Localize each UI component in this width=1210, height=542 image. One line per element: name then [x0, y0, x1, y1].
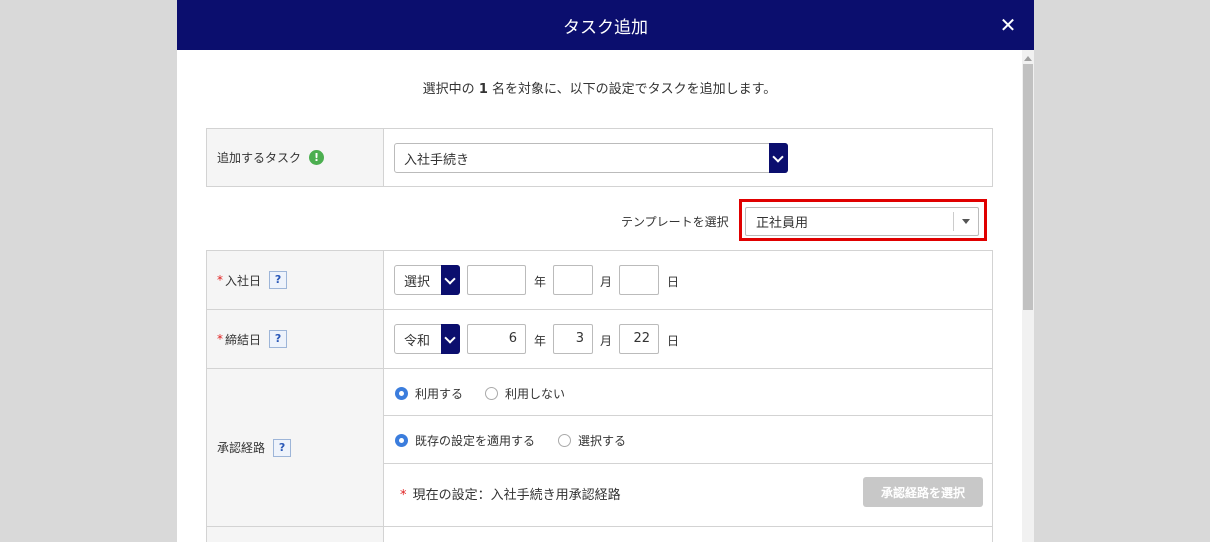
contract-year-input[interactable]: 6: [467, 324, 526, 354]
radio-checked-icon[interactable]: [395, 387, 408, 400]
radio-select[interactable]: 選択する: [558, 432, 626, 449]
dialog-header: タスク追加 ✕: [177, 0, 1034, 50]
contract-date-label: 締結日: [225, 332, 262, 347]
task-label: 追加するタスク: [217, 151, 302, 165]
contract-era-select[interactable]: 令和: [394, 324, 460, 354]
radio-apply-existing-label: 既存の設定を適用する: [415, 434, 536, 448]
year-unit: 年: [534, 275, 547, 289]
month-unit: 月: [600, 275, 613, 289]
help-icon[interactable]: ?: [273, 438, 292, 457]
chevron-down-icon[interactable]: [441, 265, 460, 295]
approval-row: 承認経路 ? 利用する 利用しない 既存の設定を適用する 選択する * 現在の設…: [206, 368, 993, 527]
select-approval-route-button[interactable]: 承認経路を選択: [863, 477, 983, 507]
hire-day-input[interactable]: [619, 265, 659, 295]
radio-select-label: 選択する: [578, 434, 627, 448]
hire-year-input[interactable]: [467, 265, 526, 295]
radio-checked-icon[interactable]: [395, 434, 408, 447]
chevron-down-icon[interactable]: [769, 143, 788, 173]
required-mark: *: [217, 332, 223, 346]
scroll-up-icon[interactable]: [1024, 56, 1032, 61]
task-row: 追加するタスク ! 入社手続き: [206, 128, 993, 187]
hire-era-select[interactable]: 選択: [394, 265, 460, 295]
intro-suffix: 名を対象に、以下の設定でタスクを追加します。: [487, 82, 777, 97]
month-unit: 月: [600, 334, 613, 348]
divider: [384, 415, 992, 416]
dialog-title: タスク追加: [563, 17, 648, 38]
intro-text: 選択中の 1 名を対象に、以下の設定でタスクを追加します。: [177, 78, 1022, 97]
next-row: [206, 526, 993, 542]
template-label: テンプレートを選択: [621, 215, 729, 229]
radio-unchecked-icon[interactable]: [485, 387, 498, 400]
approval-label: 承認経路: [217, 441, 266, 455]
help-icon[interactable]: ?: [269, 330, 288, 348]
task-select[interactable]: 入社手続き: [394, 143, 788, 173]
contract-month-input[interactable]: 3: [553, 324, 593, 354]
contract-day-input[interactable]: 22: [619, 324, 659, 354]
year-unit: 年: [534, 334, 547, 348]
close-icon[interactable]: ✕: [996, 13, 1020, 37]
radio-not-use-label: 利用しない: [505, 387, 566, 401]
hire-date-row: * 入社日 ? 選択 年 月 日: [206, 250, 993, 310]
day-unit: 日: [667, 275, 680, 289]
current-setting-text: 現在の設定：入社手続き用承認経路: [412, 488, 621, 503]
next-row-label-cell: [207, 527, 384, 542]
day-unit: 日: [667, 334, 680, 348]
intro-prefix: 選択中の: [422, 82, 479, 97]
hire-date-label-cell: * 入社日 ?: [207, 251, 384, 309]
radio-use-label: 利用する: [415, 387, 464, 401]
highlight-annotation: [739, 199, 987, 241]
contract-date-label-cell: * 締結日 ?: [207, 310, 384, 368]
scrollbar-thumb[interactable]: [1023, 64, 1033, 310]
scrollbar[interactable]: [1022, 50, 1034, 542]
hire-date-label: 入社日: [225, 273, 262, 288]
contract-era-value: 令和: [404, 333, 431, 349]
approval-label-cell: 承認経路 ?: [207, 369, 384, 526]
help-icon[interactable]: ?: [269, 271, 288, 289]
contract-date-row: * 締結日 ? 令和 6 年 3 月 22 日: [206, 309, 993, 369]
radio-apply-existing[interactable]: 既存の設定を適用する: [395, 432, 535, 449]
hire-era-value: 選択: [404, 274, 431, 290]
required-mark: *: [400, 488, 407, 503]
selected-count: 1: [478, 82, 488, 97]
hire-month-input[interactable]: [553, 265, 593, 295]
required-mark: *: [217, 273, 223, 287]
task-label-cell: 追加するタスク !: [207, 129, 384, 186]
task-select-value: 入社手続き: [404, 152, 470, 168]
radio-not-use[interactable]: 利用しない: [485, 385, 565, 402]
task-add-dialog: タスク追加 ✕ 選択中の 1 名を対象に、以下の設定でタスクを追加します。 追加…: [177, 0, 1034, 542]
divider: [384, 463, 992, 464]
chevron-down-icon[interactable]: [441, 324, 460, 354]
info-icon: !: [309, 150, 325, 165]
radio-unchecked-icon[interactable]: [558, 434, 571, 447]
radio-use[interactable]: 利用する: [395, 385, 463, 402]
current-setting: * 現在の設定：入社手続き用承認経路: [400, 484, 621, 503]
